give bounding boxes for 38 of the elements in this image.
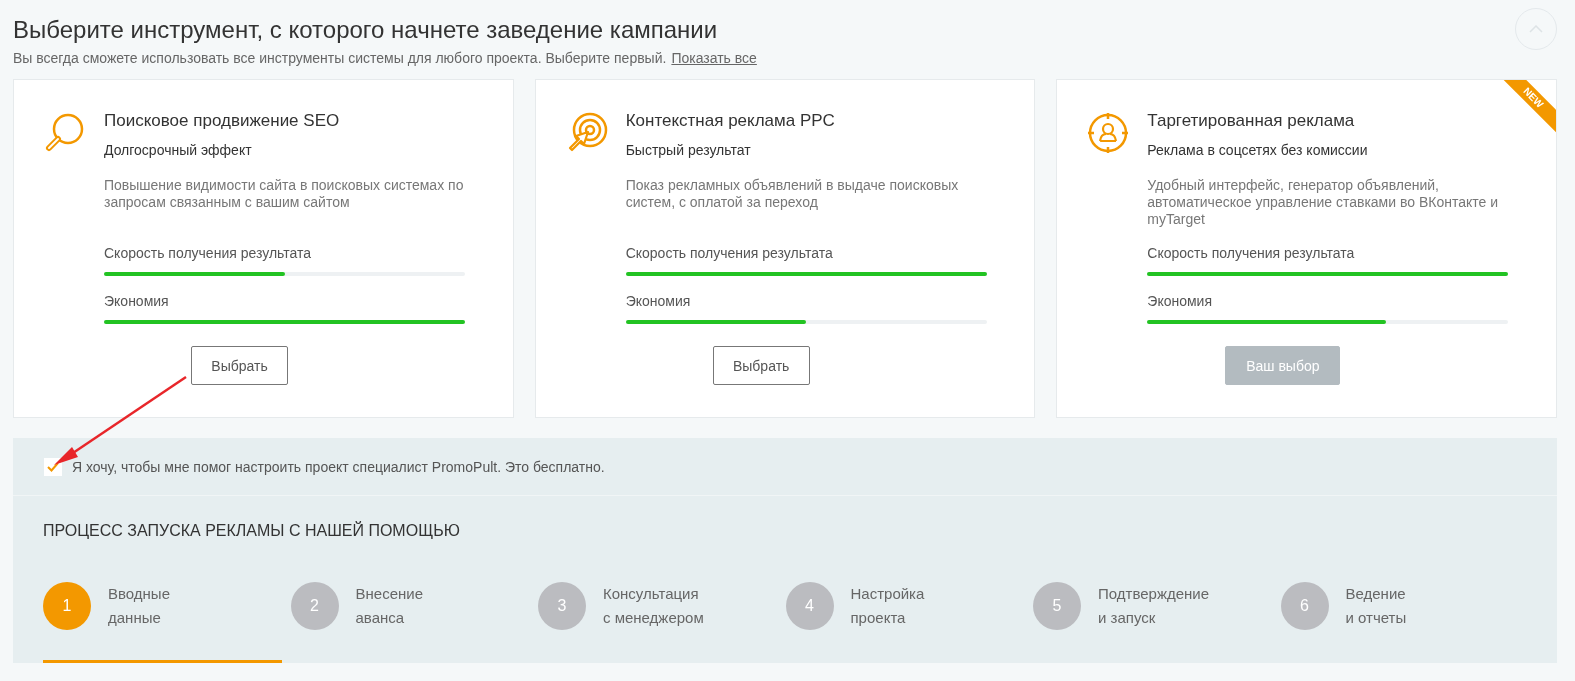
step-number: 4 (785, 582, 834, 630)
choose-button[interactable]: Выбрать (191, 346, 288, 385)
card-title: Поисковое продвижение SEO (104, 110, 341, 132)
step-label: Консультация с менеджером (603, 584, 704, 628)
chevron-up-icon (1529, 25, 1543, 33)
consent-checkbox[interactable] (44, 457, 62, 476)
metric-label: Экономия (1147, 292, 1213, 310)
metric-label: Скорость получения результата (625, 244, 834, 262)
step-label: Настройка проекта (850, 584, 925, 628)
card-description: Показ рекламных объявлений в выдаче поисковых систем, с оплатой за переход (625, 177, 960, 212)
page-title: Выберите инструмент, с которого начнете заведение кампании (13, 16, 719, 44)
metric-label: Экономия (625, 292, 692, 310)
step-number: 5 (1033, 582, 1081, 630)
step-number: 6 (1280, 582, 1329, 630)
card-title: Контекстная реклама PPC (625, 110, 836, 132)
card-description: Повышение видимости сайта в поисковых системах по запросам связанным с вашим сайтом (104, 177, 465, 212)
card-description: Удобный интерфейс, генератор объявлений, автоматическое управление ставками во ВКонтакте и myTarget (1147, 177, 1499, 228)
step-label: Подтверждение и запуск (1098, 584, 1210, 628)
card-subtitle: Быстрый результат (625, 141, 752, 159)
step-label: Внесение аванса (355, 584, 423, 628)
card-subtitle: Долгосрочный эффект (104, 141, 253, 159)
step-label: Вводные данные (108, 584, 170, 628)
card-title: Таргетированная реклама (1147, 110, 1356, 132)
person-target-icon (1087, 112, 1130, 154)
process-title: ПРОЦЕСС ЗАПУСКА РЕКЛАМЫ С НАШЕЙ ПОМОЩЬЮ (43, 522, 461, 540)
metric-label: Экономия (104, 292, 170, 310)
consent-label: Я хочу, чтобы мне помог настроить проект специалист PromoPult. Это бесплатно. (72, 458, 605, 475)
choose-button[interactable]: Выбрать (712, 346, 810, 385)
card-subtitle: Реклама в соцсетях без комиссии (1147, 141, 1369, 159)
step-number: 2 (290, 582, 339, 630)
show-all-link[interactable]: Показать все (671, 50, 757, 66)
step-number: 3 (538, 582, 586, 630)
metric-label: Скорость получения результата (104, 244, 313, 262)
step-number: 1 (43, 582, 91, 630)
search-icon (44, 112, 86, 154)
metric-label: Скорость получения результата (1147, 244, 1356, 262)
step-label: Ведение и отчеты (1345, 584, 1407, 628)
page-subtitle: Вы всегда сможете использовать все инструменты системы для любого проекта. Выберите первый. (13, 50, 667, 66)
